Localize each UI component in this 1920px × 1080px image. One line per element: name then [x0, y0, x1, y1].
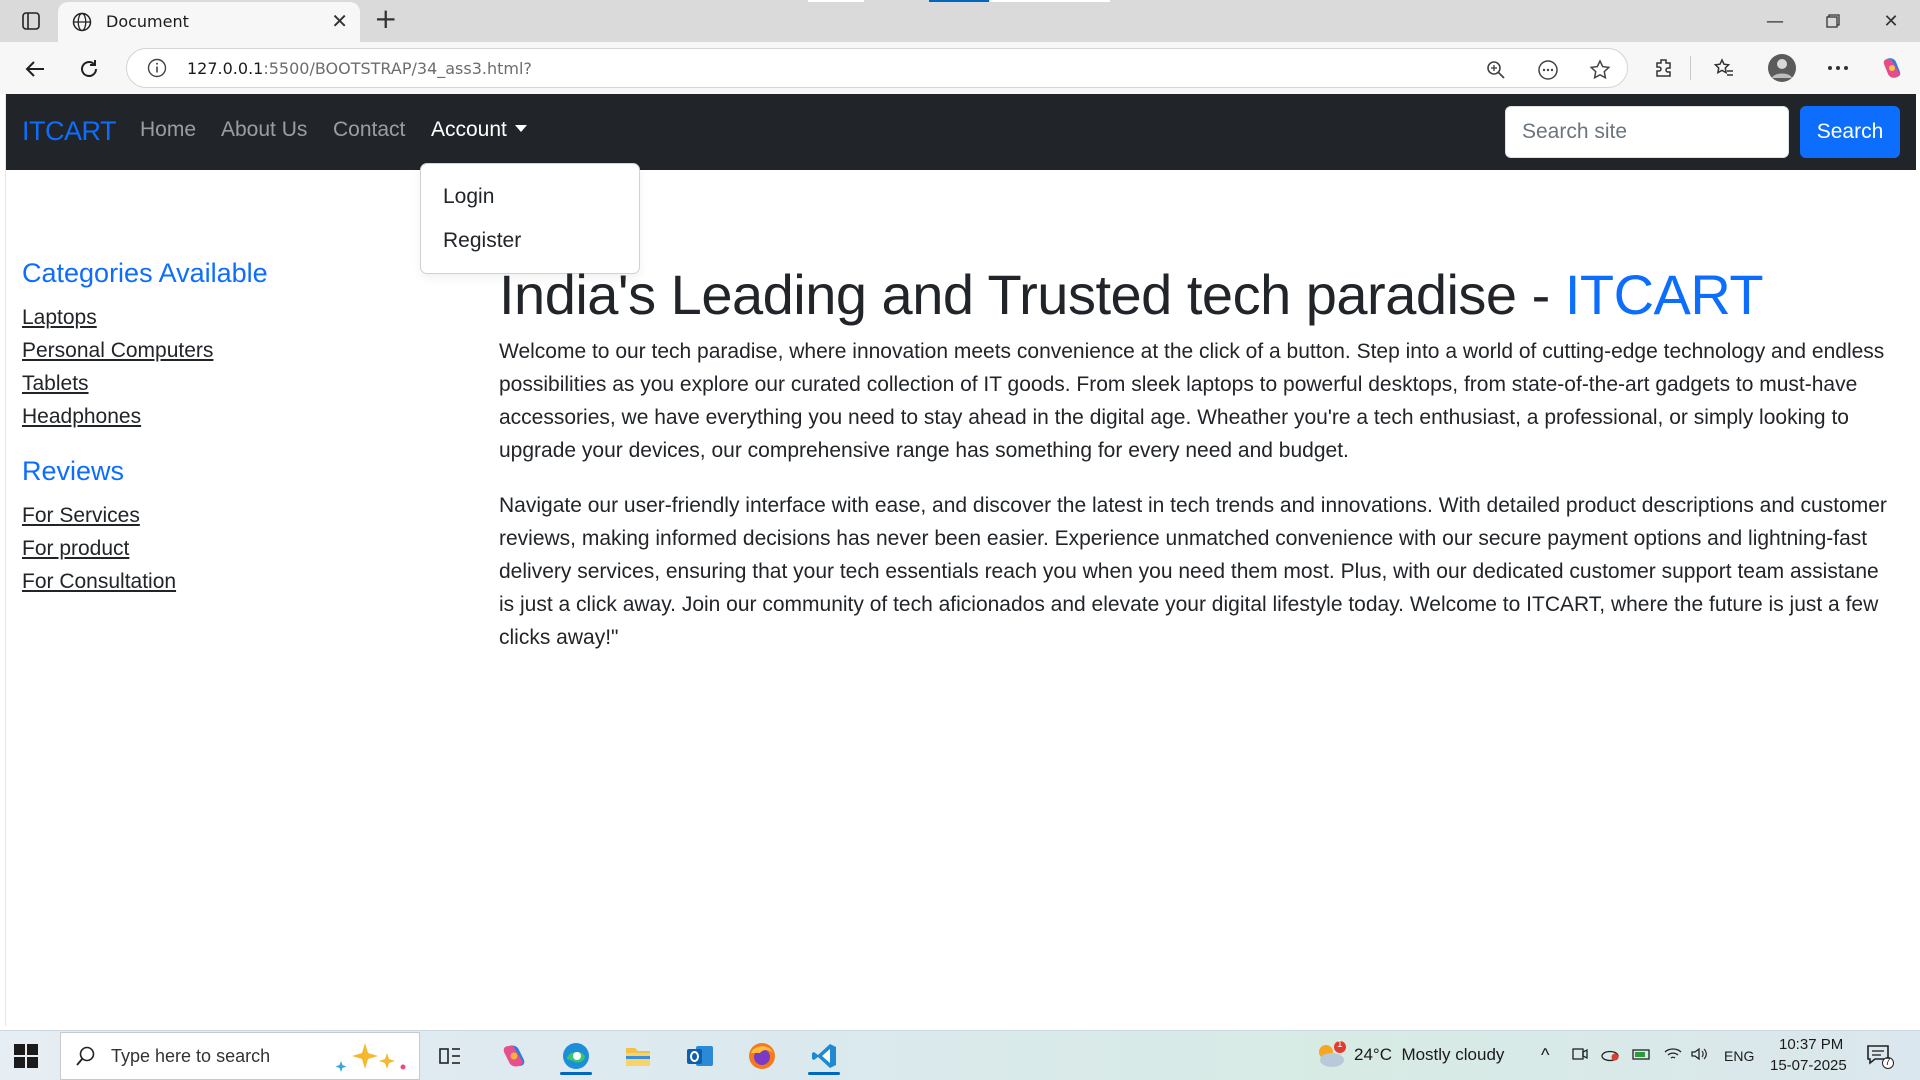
category-link-headphones[interactable]: Headphones: [22, 405, 141, 429]
outlook-icon[interactable]: [680, 1037, 720, 1075]
notification-count: 7: [1885, 1057, 1891, 1068]
browser-toolbar: 127.0.0.1:5500/BOOTSTRAP/34_ass3.html?: [0, 42, 1920, 94]
refresh-icon[interactable]: [74, 54, 104, 84]
intro-paragraph: Welcome to our tech paradise, where inno…: [499, 340, 1885, 462]
tab-actions-icon[interactable]: [14, 8, 48, 34]
windows-taskbar: Type here to search 1 24°C Mostly cloudy…: [0, 1030, 1920, 1080]
search-input[interactable]: Search site: [1505, 106, 1789, 158]
more-options-circle-icon[interactable]: [1535, 57, 1561, 83]
restore-icon[interactable]: [1810, 6, 1856, 36]
show-hidden-icons-chevron-icon[interactable]: ^: [1541, 1045, 1549, 1066]
browser-tab-strip: Document ✕ + — ✕: [0, 0, 1920, 42]
weather-badge: 1: [1337, 1039, 1343, 1050]
nav-home[interactable]: Home: [140, 118, 196, 142]
favorites-icon[interactable]: [1708, 52, 1740, 84]
windows-start-icon[interactable]: [14, 1044, 38, 1068]
site-info-icon[interactable]: [147, 58, 167, 82]
favorite-star-icon[interactable]: [1587, 57, 1613, 83]
vscode-icon[interactable]: [804, 1037, 844, 1075]
browser-tab[interactable]: Document ✕: [58, 2, 360, 42]
caret-down-icon: [514, 125, 527, 132]
zoom-icon[interactable]: [1483, 57, 1509, 83]
wifi-icon[interactable]: [1664, 1046, 1682, 1065]
firefox-icon[interactable]: [742, 1037, 782, 1075]
back-icon[interactable]: [20, 54, 50, 84]
nav-about-us[interactable]: About Us: [221, 118, 307, 142]
url-text: 127.0.0.1:5500/BOOTSTRAP/34_ass3.html?: [187, 59, 532, 78]
brand-logo[interactable]: ITCART: [22, 116, 117, 147]
copilot-app-icon[interactable]: [494, 1037, 534, 1075]
meet-now-icon[interactable]: [1572, 1046, 1588, 1065]
account-dropdown-menu: Login Register: [420, 163, 640, 274]
globe-icon: [72, 12, 92, 36]
clock-time[interactable]: 10:37 PM: [1779, 1036, 1843, 1053]
search-button[interactable]: Search: [1800, 106, 1900, 158]
search-icon: [75, 1045, 97, 1071]
second-paragraph: Navigate our user-friendly interface wit…: [499, 494, 1887, 649]
category-link-laptops[interactable]: Laptops: [22, 306, 97, 330]
battery-icon[interactable]: [1632, 1046, 1652, 1065]
onedrive-icon[interactable]: [1600, 1046, 1620, 1065]
categories-heading: Categories Available: [22, 258, 268, 288]
copilot-icon[interactable]: [1876, 52, 1908, 84]
nav-account-label: Account: [431, 118, 507, 141]
reviews-heading: Reviews: [22, 456, 125, 486]
weather-temp: 24°C: [1354, 1045, 1392, 1064]
weather-cloud-icon[interactable]: 1: [1312, 1039, 1348, 1074]
nav-account-dropdown[interactable]: Account: [431, 118, 527, 142]
tab-title: Document: [106, 12, 189, 31]
taskbar-search-placeholder: Type here to search: [111, 1046, 271, 1066]
more-menu-icon[interactable]: [1822, 52, 1854, 84]
page-title-text: India's Leading and Trusted tech paradis…: [499, 263, 1565, 326]
site-navbar: ITCART Home About Us Contact Account Sea…: [6, 94, 1916, 170]
tab-strip-indicator: [808, 0, 864, 2]
notification-center-icon[interactable]: 7: [1866, 1043, 1894, 1072]
weather-desc: Mostly cloudy: [1401, 1045, 1505, 1064]
toolbar-divider: [1690, 56, 1691, 80]
dropdown-item-login[interactable]: Login: [443, 185, 494, 209]
tab-strip-indicator-active: [929, 0, 989, 2]
active-app-indicator: [560, 1072, 592, 1075]
search-highlight-sparkle-icon: [331, 1041, 411, 1077]
profile-avatar[interactable]: [1766, 52, 1798, 84]
nav-contact[interactable]: Contact: [333, 118, 405, 142]
weather-text[interactable]: 24°C Mostly cloudy: [1354, 1045, 1504, 1065]
new-tab-icon[interactable]: +: [374, 5, 397, 33]
tab-strip-indicator: [990, 0, 1110, 2]
task-view-icon[interactable]: [430, 1037, 470, 1075]
review-link-product[interactable]: For product: [22, 537, 129, 561]
page-title-accent: ITCART: [1564, 263, 1764, 326]
edge-browser-icon[interactable]: [556, 1037, 596, 1075]
active-app-indicator: [808, 1072, 840, 1075]
dropdown-item-register[interactable]: Register: [443, 229, 521, 253]
taskbar-search-box[interactable]: Type here to search: [60, 1032, 420, 1080]
minimize-icon[interactable]: —: [1752, 6, 1798, 36]
page-title: India's Leading and Trusted tech paradis…: [499, 262, 1764, 327]
language-indicator[interactable]: ENG: [1724, 1048, 1754, 1064]
address-bar[interactable]: 127.0.0.1:5500/BOOTSTRAP/34_ass3.html?: [126, 48, 1628, 88]
file-explorer-icon[interactable]: [618, 1037, 658, 1075]
page-viewport: ITCART Home About Us Contact Account Sea…: [5, 94, 1916, 1026]
clock-date[interactable]: 15-07-2025: [1770, 1057, 1847, 1074]
close-tab-icon[interactable]: ✕: [331, 11, 348, 31]
volume-icon[interactable]: [1690, 1046, 1708, 1065]
close-window-icon[interactable]: ✕: [1868, 6, 1914, 36]
extensions-icon[interactable]: [1648, 52, 1680, 84]
category-link-tablets[interactable]: Tablets: [22, 372, 89, 396]
category-link-personal-computers[interactable]: Personal Computers: [22, 339, 213, 363]
review-link-consultation[interactable]: For Consultation: [22, 570, 176, 594]
review-link-services[interactable]: For Services: [22, 504, 140, 528]
